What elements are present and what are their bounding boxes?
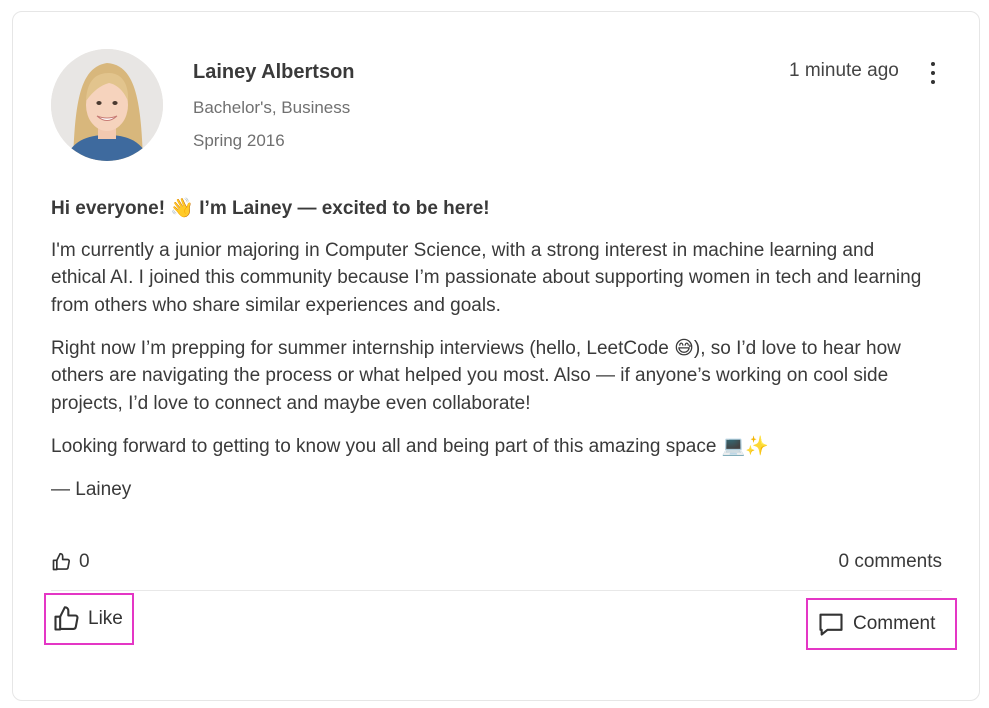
profile-photo [51, 49, 163, 161]
like-count: 0 [51, 550, 90, 574]
post-paragraph: I'm currently a junior majoring in Compu… [51, 239, 922, 316]
author-name[interactable]: Lainey Albertson [193, 61, 355, 84]
author-degree: Bachelor's, Business [193, 98, 351, 117]
like-count-value: 0 [79, 551, 90, 572]
post-paragraph: Looking forward to getting to know you a… [51, 435, 770, 457]
comment-bubble-icon [819, 613, 843, 636]
comment-button[interactable]: Comment [806, 598, 957, 650]
comments-count[interactable]: 0 comments [839, 551, 942, 573]
post-timestamp: 1 minute ago [789, 60, 899, 81]
comment-button-label: Comment [853, 613, 936, 634]
author-term: Spring 2016 [193, 131, 285, 150]
like-button[interactable]: Like [44, 593, 134, 645]
thumbs-up-icon [54, 606, 79, 631]
avatar[interactable] [51, 49, 163, 161]
post-body: Hi everyone! 👋 I’m Lainey — excited to b… [51, 195, 931, 519]
more-options-button[interactable] [923, 62, 943, 84]
vertical-ellipsis-icon [931, 62, 935, 66]
post-card: Lainey Albertson Bachelor's, Business Sp… [12, 11, 980, 701]
like-button-label: Like [88, 608, 123, 629]
divider [51, 590, 942, 591]
post-paragraph: Right now I’m prepping for summer intern… [51, 337, 901, 414]
post-signature: — Lainey [51, 478, 132, 500]
post-greeting: Hi everyone! 👋 I’m Lainey — excited to b… [51, 198, 490, 219]
thumbs-up-icon [52, 552, 71, 571]
